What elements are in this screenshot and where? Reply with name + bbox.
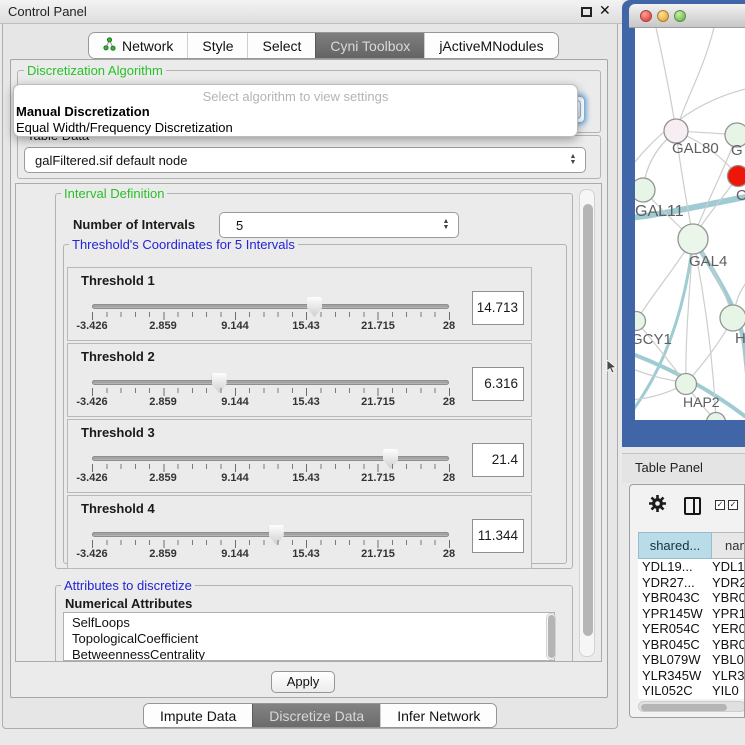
control-panel-titlebar (0, 0, 622, 24)
split-pane-icon[interactable] (684, 497, 701, 515)
tab-infer-network[interactable]: Infer Network (380, 704, 496, 727)
threshold-panel-1: Threshold 1 -3.426 2.859 9.144 15.43 21.… (67, 267, 532, 341)
bottom-tabbar: Impute Data Discretize Data Infer Networ… (143, 703, 497, 728)
tab-select[interactable]: Select (247, 33, 315, 58)
node-label: C (736, 187, 745, 204)
attributes-list[interactable]: SelfLoops TopologicalCoefficient Between… (63, 612, 555, 661)
close-icon[interactable]: ✕ (599, 2, 611, 19)
checkbox-icon[interactable]: ✓ (715, 500, 725, 510)
checkbox-icon[interactable]: ✓ (728, 500, 738, 510)
table-row[interactable]: YIL052CYIL0 (638, 683, 745, 699)
close-traffic-light[interactable] (640, 10, 652, 22)
node-selected-red[interactable] (728, 166, 745, 187)
float-window-icon[interactable] (581, 7, 592, 17)
node-label: G (731, 142, 743, 159)
dropdown-hint: Select algorithm to view settings (14, 89, 577, 104)
list-item[interactable]: SelfLoops (64, 613, 554, 631)
threshold-value-field[interactable]: 14.713 (472, 291, 524, 325)
column-header-name[interactable]: name (712, 532, 745, 559)
node-gcy1[interactable] (635, 312, 646, 331)
table-row[interactable]: YDL19...YDL1 (638, 559, 745, 575)
zoom-traffic-light[interactable] (674, 10, 686, 22)
list-item[interactable]: BetweennessCentrality (64, 647, 554, 661)
tab-style[interactable]: Style (187, 33, 247, 58)
network-window-titlebar (629, 4, 745, 28)
chevron-updown-icon: ▲▼ (438, 219, 454, 231)
table-data-value: galFiltered.sif default node (25, 153, 565, 168)
node-label: HAP2 (683, 394, 720, 410)
node-hap2[interactable] (676, 374, 697, 395)
minimize-traffic-light[interactable] (657, 10, 669, 22)
control-panel-tabbar: Network Style Select Cyni Toolbox jActiv… (88, 32, 559, 59)
table-panel-window: ✓ ✓ shared... name YDL19...YDL1 YDR27...… (629, 484, 745, 718)
vertical-scrollbar[interactable] (579, 189, 595, 657)
node-gal4[interactable] (678, 224, 708, 254)
intervals-value: 5 (220, 218, 438, 233)
threshold-label: Threshold 4 (81, 501, 155, 516)
attributes-group-title: Attributes to discretize (61, 579, 195, 592)
thresholds-group-title: Threshold's Coordinates for 5 Intervals (69, 238, 298, 251)
tab-discretize-data[interactable]: Discretize Data (252, 704, 380, 727)
node-label: GAL11 (635, 203, 684, 220)
table-row[interactable]: YBR043CYBR0 (638, 590, 745, 606)
algorithm-dropdown-popup: Select algorithm to view settings Manual… (13, 84, 578, 137)
tab-jactivemnodules[interactable]: jActiveMNodules (424, 33, 557, 58)
scrollbar-thumb[interactable] (641, 704, 727, 711)
node-label: GCY1 (635, 331, 672, 348)
column-header-shared-name[interactable]: shared... (638, 532, 712, 559)
network-icon (103, 37, 116, 54)
tab-impute-data[interactable]: Impute Data (144, 704, 252, 727)
chevron-updown-icon: ▲▼ (565, 154, 581, 166)
node-gal11[interactable] (635, 178, 655, 202)
tab-label: Network (122, 38, 173, 54)
node-right-mid[interactable] (720, 305, 745, 331)
numerical-attributes-label: Numerical Attributes (65, 596, 192, 611)
table-row[interactable]: YBR045CYBR0 (638, 637, 745, 653)
gear-icon[interactable] (648, 494, 667, 516)
table-row[interactable]: YDR27...YDR2 (638, 575, 745, 591)
number-of-intervals-label: Number of Intervals (73, 217, 195, 232)
list-item[interactable]: TopologicalCoefficient (64, 631, 554, 647)
threshold-value-field[interactable]: 11.344 (472, 519, 524, 553)
number-of-intervals-spinner[interactable]: 5 ▲▼ (219, 212, 459, 238)
scrollbar-thumb[interactable] (548, 615, 555, 658)
dropdown-option-equal-width[interactable]: Equal Width/Frequency Discretization (16, 120, 233, 135)
threshold-value-field[interactable]: 21.4 (472, 443, 524, 477)
threshold-panel-4: Threshold 4 -3.426 2.859 9.144 15.43 21.… (67, 495, 532, 569)
table-row[interactable]: YPR145WYPR1 (638, 606, 745, 622)
network-graph: GAL80 G C GAL11 GAL4 GCY1 H HAP2 (635, 28, 745, 420)
horizontal-scrollbar[interactable] (638, 701, 745, 712)
threshold-panel-2: Threshold 2 -3.426 2.859 9.144 15.43 21.… (67, 343, 532, 417)
algorithm-group-title: Discretization Algorithm (24, 64, 166, 77)
network-canvas[interactable]: GAL80 G C GAL11 GAL4 GCY1 H HAP2 (635, 28, 745, 420)
settings-panel: Interval Definition Number of Intervals … (15, 183, 602, 662)
tab-cyni-toolbox[interactable]: Cyni Toolbox (315, 33, 424, 58)
threshold-value-field[interactable]: 6.316 (472, 367, 524, 401)
node-label: GAL4 (689, 253, 727, 270)
node-label: GAL80 (672, 140, 719, 157)
table-panel-title: Table Panel (635, 460, 703, 475)
panel-title: Control Panel (8, 4, 87, 19)
slider-track[interactable] (92, 304, 449, 309)
table-body[interactable]: YDL19...YDL1 YDR27...YDR2 YBR043CYBR0 YP… (638, 559, 745, 699)
slider-track[interactable] (92, 380, 449, 385)
table-row[interactable]: YER054CYER0 (638, 621, 745, 637)
table-header-row: shared... name (638, 532, 745, 559)
interval-definition-title: Interval Definition (61, 187, 167, 200)
table-data-combobox[interactable]: galFiltered.sif default node ▲▼ (24, 147, 586, 173)
apply-button[interactable]: Apply (271, 671, 335, 693)
mouse-cursor (606, 360, 618, 374)
threshold-panel-3: Threshold 3 -3.426 2.859 9.144 15.43 21.… (67, 419, 532, 493)
threshold-label: Threshold 2 (81, 349, 155, 364)
table-row[interactable]: YLR345WYLR3 (638, 668, 745, 684)
dropdown-option-manual[interactable]: Manual Discretization (16, 104, 150, 119)
list-scrollbar[interactable] (546, 613, 556, 660)
threshold-label: Threshold 3 (81, 425, 155, 440)
tab-network[interactable]: Network (89, 33, 187, 58)
scrollbar-thumb[interactable] (583, 204, 593, 636)
threshold-label: Threshold 1 (81, 273, 155, 288)
table-row[interactable]: YBL079WYBL0 (638, 652, 745, 668)
node-label: H (735, 330, 745, 347)
